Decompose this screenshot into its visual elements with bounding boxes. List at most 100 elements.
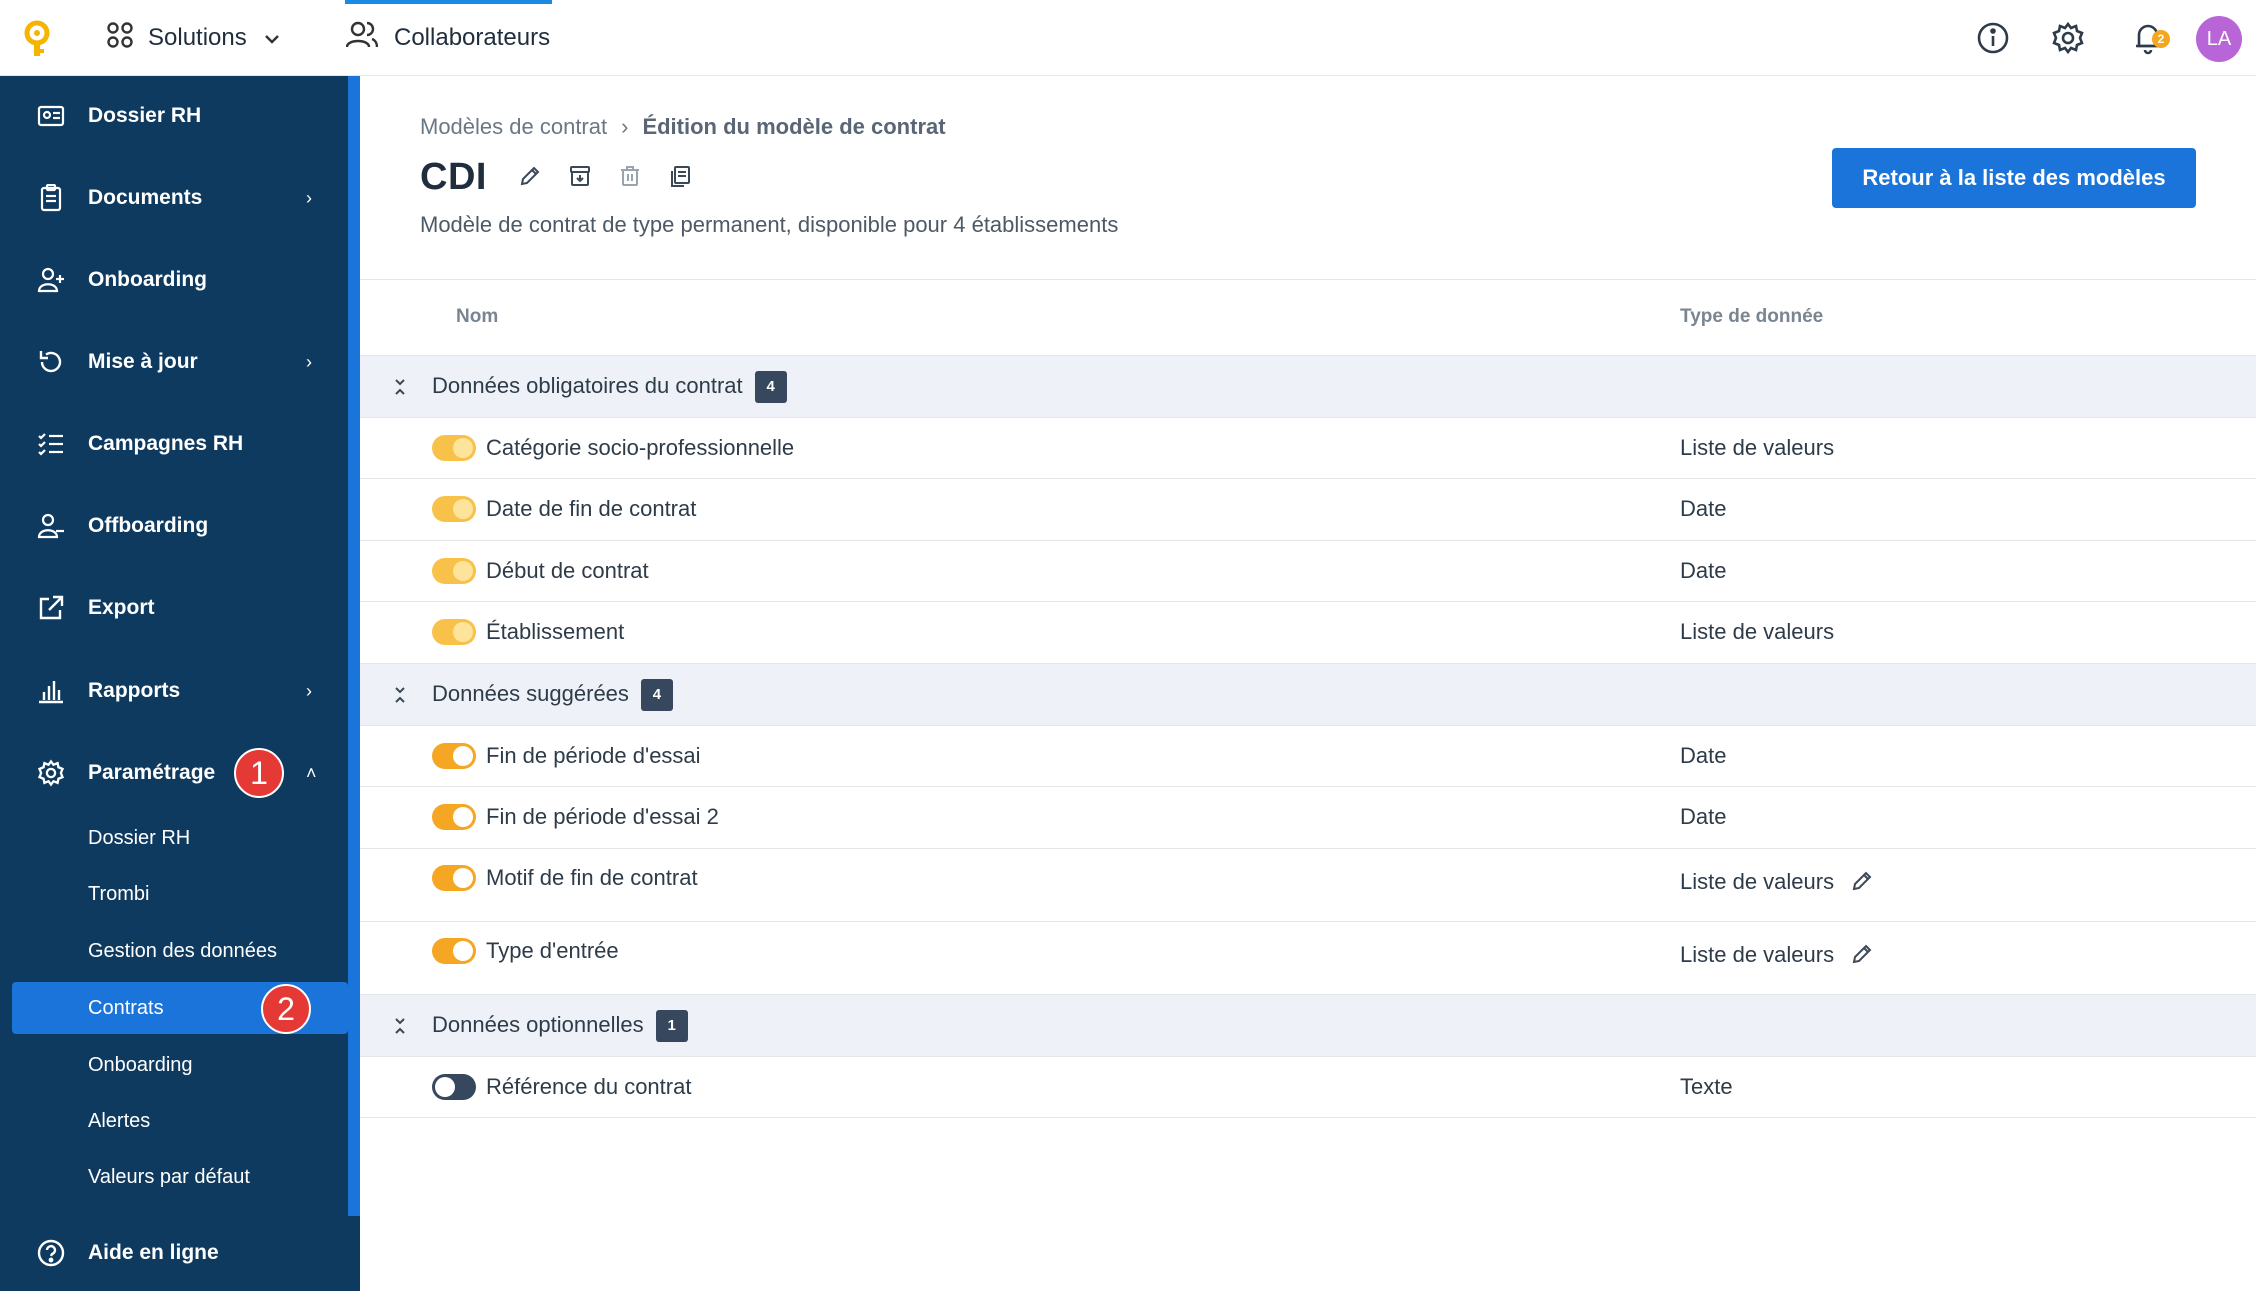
sidebar-item-aide-en-ligne[interactable]: Aide en ligne <box>0 1223 348 1283</box>
field-name: Catégorie socio-professionnelle <box>486 435 795 460</box>
info-icon[interactable] <box>1975 20 2011 56</box>
collapse-icon[interactable] <box>390 377 410 397</box>
table-row: Début de contrat Date <box>360 541 2256 602</box>
archive-icon[interactable] <box>566 162 594 190</box>
table-row: Fin de période d'essai 2 Date <box>360 787 2256 849</box>
fields-table: Nom Type de donnée Données obligatoires … <box>360 279 2256 1118</box>
sidebar-item-label: Documents <box>88 186 203 209</box>
field-toggle <box>432 496 476 522</box>
column-header-name: Nom <box>456 306 499 327</box>
group-header-optionnelles[interactable]: Données optionnelles 1 <box>360 995 2256 1057</box>
sidebar-item-label: Export <box>88 596 155 619</box>
back-to-list-button[interactable]: Retour à la liste des modèles <box>1832 148 2196 208</box>
sidebar-subitem-valeurs-par-defaut[interactable]: Valeurs par défaut <box>12 1151 348 1203</box>
users-icon <box>345 21 379 56</box>
table-row: Catégorie socio-professionnelle Liste de… <box>360 418 2256 479</box>
collapse-icon[interactable] <box>390 1016 410 1036</box>
external-link-icon <box>36 593 66 623</box>
sidebar-subitem-dossier-rh[interactable]: Dossier RH <box>12 812 348 864</box>
field-type: Date <box>1680 804 1727 829</box>
collab-label: Collaborateurs <box>394 24 551 51</box>
sidebar-subitem-gestion-des-donnees[interactable]: Gestion des données <box>12 925 348 977</box>
sidebar-item-label: Offboarding <box>88 514 209 537</box>
gear-icon <box>36 758 66 788</box>
step-marker-1: 1 <box>234 748 284 798</box>
field-toggle[interactable] <box>432 938 476 964</box>
field-name: Établissement <box>486 619 625 644</box>
sidebar-item-offboarding[interactable]: Offboarding <box>0 496 348 556</box>
sidebar-item-rapports[interactable]: Rapports › <box>0 661 348 721</box>
sidebar-subitem-label: Gestion des données <box>88 939 278 962</box>
tab-collaborateurs[interactable]: Collaborateurs <box>344 0 553 76</box>
app-logo-icon[interactable] <box>22 20 52 60</box>
step-marker-2: 2 <box>261 984 311 1034</box>
chevron-down-icon <box>264 28 279 49</box>
sidebar-subitem-label: Valeurs par défaut <box>88 1165 250 1188</box>
sidebar-item-label: Mise à jour <box>88 350 198 373</box>
notification-bell-icon[interactable]: 2 <box>2130 20 2170 56</box>
duplicate-icon[interactable] <box>666 162 694 190</box>
sidebar-item-campagnes-rh[interactable]: Campagnes RH <box>0 414 348 474</box>
sidebar: Dossier RH Documents › Onboarding Mise à… <box>0 76 360 1291</box>
field-name: Motif de fin de contrat <box>486 865 698 890</box>
sidebar-item-mise-a-jour[interactable]: Mise à jour › <box>0 332 348 392</box>
field-name: Date de fin de contrat <box>486 496 697 521</box>
table-row: Fin de période d'essai Date <box>360 726 2256 787</box>
sidebar-item-dossier-rh[interactable]: Dossier RH <box>0 86 348 146</box>
edit-pencil-icon[interactable] <box>1850 942 1878 970</box>
id-card-icon <box>36 101 66 131</box>
main-content: Modèles de contrat › Édition du modèle d… <box>360 76 2256 1291</box>
title-actions <box>516 162 694 190</box>
field-toggle[interactable] <box>432 865 476 891</box>
edit-pencil-icon[interactable] <box>516 162 544 190</box>
table-row: Date de fin de contrat Date <box>360 479 2256 541</box>
bar-chart-icon <box>36 676 66 706</box>
collapse-icon[interactable] <box>390 685 410 705</box>
field-type: Texte <box>1680 1074 1733 1099</box>
field-type: Liste de valeurs <box>1680 869 1835 894</box>
sidebar-subitem-alertes[interactable]: Alertes <box>12 1095 348 1147</box>
trash-icon[interactable] <box>616 162 644 190</box>
sidebar-subitem-label: Alertes <box>88 1109 151 1132</box>
checklist-icon <box>36 429 66 459</box>
solutions-menu[interactable]: Solutions <box>106 18 279 58</box>
sidebar-item-label: Campagnes RH <box>88 432 244 455</box>
group-header-suggerees[interactable]: Données suggérées 4 <box>360 664 2256 726</box>
field-type: Date <box>1680 558 1727 583</box>
edit-pencil-icon[interactable] <box>1850 869 1878 897</box>
sidebar-item-export[interactable]: Export <box>0 578 348 638</box>
field-toggle <box>432 619 476 645</box>
field-toggle[interactable] <box>432 1074 476 1100</box>
breadcrumb: Modèles de contrat › Édition du modèle d… <box>420 114 946 140</box>
solutions-label: Solutions <box>148 24 247 51</box>
gear-icon[interactable] <box>2050 20 2086 56</box>
refresh-icon <box>36 347 66 377</box>
sidebar-subitem-label: Contrats <box>88 996 164 1019</box>
table-row: Type d'entrée Liste de valeurs <box>360 922 2256 995</box>
table-row: Motif de fin de contrat Liste de valeurs <box>360 849 2256 922</box>
breadcrumb-parent-link[interactable]: Modèles de contrat <box>420 114 607 140</box>
user-plus-icon <box>36 265 66 295</box>
field-toggle[interactable] <box>432 804 476 830</box>
field-type: Date <box>1680 743 1727 768</box>
sidebar-scrollbar[interactable] <box>348 76 360 1216</box>
field-name: Début de contrat <box>486 558 649 583</box>
field-toggle[interactable] <box>432 743 476 769</box>
sidebar-item-parametrage[interactable]: Paramétrage ˄ <box>0 743 348 803</box>
avatar[interactable]: LA <box>2196 16 2242 62</box>
sidebar-subitem-label: Onboarding <box>88 1053 193 1076</box>
sidebar-item-documents[interactable]: Documents › <box>0 168 348 228</box>
field-name: Type d'entrée <box>486 938 619 963</box>
sidebar-subitem-onboarding[interactable]: Onboarding <box>12 1039 348 1091</box>
chevron-right-icon: › <box>306 351 312 372</box>
group-count-badge: 4 <box>754 370 787 403</box>
sidebar-item-label: Dossier RH <box>88 104 202 127</box>
page-title: CDI <box>420 156 487 198</box>
group-title: Données optionnelles <box>432 1011 644 1037</box>
sidebar-item-label: Paramétrage <box>88 761 216 784</box>
chevron-right-icon: › <box>306 187 312 208</box>
sidebar-subitem-trombi[interactable]: Trombi <box>12 868 348 920</box>
sidebar-item-onboarding[interactable]: Onboarding <box>0 250 348 310</box>
sidebar-subitem-label: Trombi <box>88 882 150 905</box>
group-header-obligatoires[interactable]: Données obligatoires du contrat 4 <box>360 356 2256 418</box>
